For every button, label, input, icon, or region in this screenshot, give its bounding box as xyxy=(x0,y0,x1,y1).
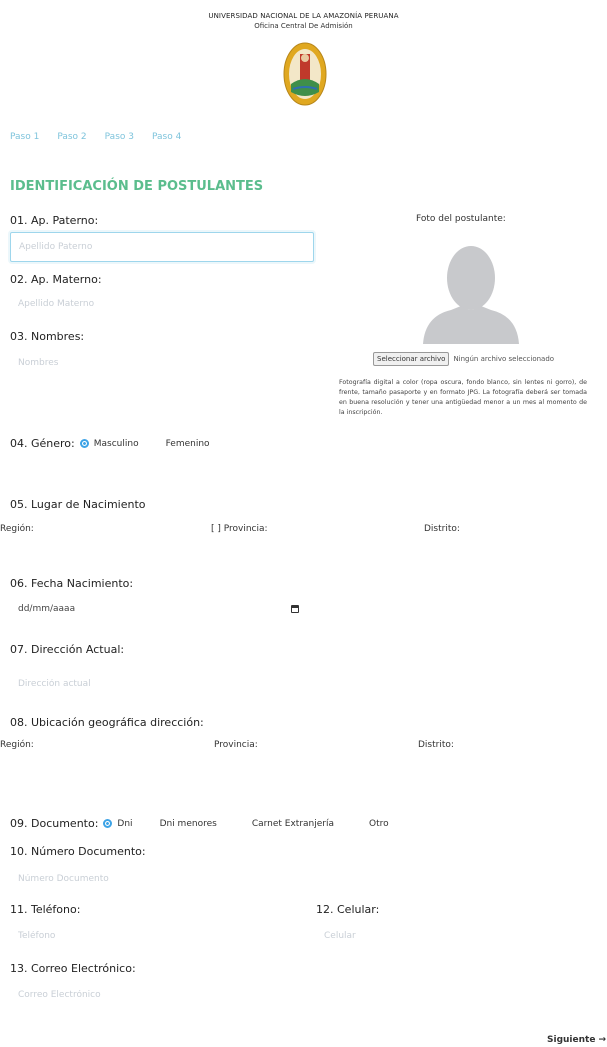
step-2-link[interactable]: Paso 2 xyxy=(57,132,86,142)
carnet-extranjeria-option[interactable]: Carnet Extranjería xyxy=(252,819,334,829)
dni-radio[interactable] xyxy=(103,819,113,828)
step-4-link[interactable]: Paso 4 xyxy=(152,132,181,142)
fecha-nacimiento-label: 06. Fecha Nacimiento: xyxy=(10,577,134,590)
genero-group: 04. Género: Masculino Femenino xyxy=(10,437,210,450)
ap-materno-label: 02. Ap. Materno: xyxy=(10,273,102,286)
photo-instructions: Fotografía digital a color (ropa oscura,… xyxy=(339,379,587,416)
correo-label: 13. Correo Electrónico: xyxy=(10,962,136,975)
otro-option[interactable]: Otro xyxy=(369,819,389,829)
ubicacion-distrito-label: Distrito: xyxy=(418,740,454,750)
dni-menores-option[interactable]: Dni menores xyxy=(160,819,217,829)
university-name: UNIVERSIDAD NACIONAL DE LA AMAZONÍA PERU… xyxy=(208,12,399,20)
step-3-link[interactable]: Paso 3 xyxy=(105,132,134,142)
fecha-nacimiento-input[interactable]: dd/mm/aaaa xyxy=(18,604,75,614)
direccion-input[interactable] xyxy=(10,673,312,695)
masculino-radio[interactable] xyxy=(79,439,89,448)
numero-documento-label: 10. Número Documento: xyxy=(10,845,146,858)
genero-label: 04. Género: xyxy=(10,437,75,450)
wizard-steps: Paso 1 Paso 2 Paso 3 Paso 4 xyxy=(10,132,181,142)
nombres-label: 03. Nombres: xyxy=(10,330,85,343)
select-file-button[interactable]: Seleccionar archivo xyxy=(373,352,450,366)
numero-documento-input[interactable] xyxy=(10,868,312,890)
telefono-label: 11. Teléfono: xyxy=(10,903,81,916)
nombres-input[interactable] xyxy=(10,352,312,374)
documento-group: 09. Documento: Dni Dni menores Carnet Ex… xyxy=(10,817,389,830)
masculino-option-label: Masculino xyxy=(93,438,139,449)
ubicacion-label: 08. Ubicación geográfica dirección: xyxy=(10,716,204,729)
documento-label: 09. Documento: xyxy=(10,817,99,830)
ubicacion-provincia-label: Provincia: xyxy=(214,740,258,750)
dni-option-label: Dni xyxy=(117,818,133,829)
ap-paterno-input[interactable] xyxy=(10,232,314,262)
direccion-label: 07. Dirección Actual: xyxy=(10,643,125,656)
femenino-option-label[interactable]: Femenino xyxy=(166,439,210,449)
correo-input[interactable] xyxy=(10,984,312,1006)
file-upload: Seleccionar archivo Ningún archivo selec… xyxy=(373,352,554,366)
nacimiento-provincia-label: [ ] Provincia: xyxy=(211,524,268,534)
university-seal-logo xyxy=(283,42,327,106)
lugar-nacimiento-label: 05. Lugar de Nacimiento xyxy=(10,498,146,511)
file-status: Ningún archivo seleccionado xyxy=(453,355,555,363)
office-name: Oficina Central De Admisión xyxy=(254,22,353,30)
nacimiento-region-label: Región: xyxy=(0,524,34,534)
celular-input[interactable] xyxy=(316,925,607,947)
calendar-icon[interactable] xyxy=(291,605,299,613)
ap-paterno-label: 01. Ap. Paterno: xyxy=(10,214,99,227)
ap-materno-input[interactable] xyxy=(10,293,312,315)
avatar-placeholder-icon xyxy=(423,246,519,344)
nacimiento-distrito-label: Distrito: xyxy=(424,524,460,534)
photo-label: Foto del postulante: xyxy=(416,214,506,224)
step-1-link[interactable]: Paso 1 xyxy=(10,132,39,142)
celular-label: 12. Celular: xyxy=(316,903,380,916)
telefono-input[interactable] xyxy=(10,925,312,947)
section-title: IDENTIFICACIÓN DE POSTULANTES xyxy=(10,179,264,194)
ubicacion-region-label: Región: xyxy=(0,740,34,750)
next-button[interactable]: Siguiente → xyxy=(547,1035,606,1045)
